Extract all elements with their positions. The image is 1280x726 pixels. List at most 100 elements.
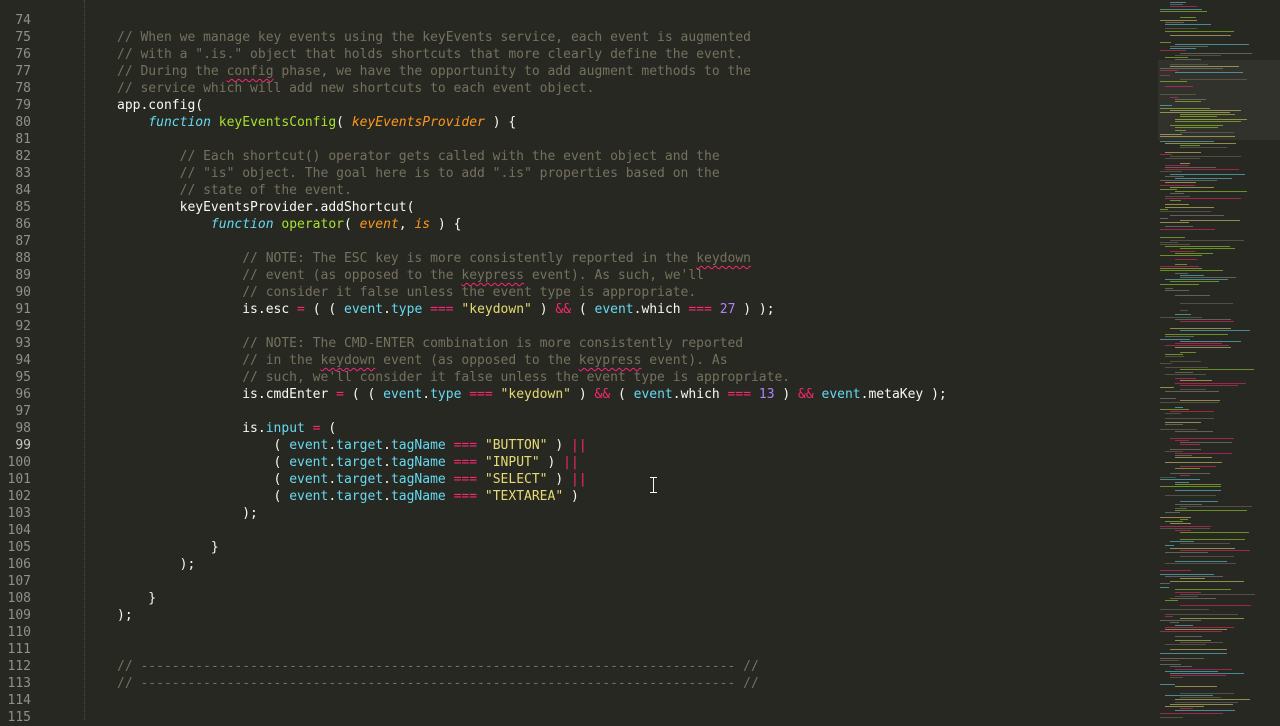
code-token: "SELECT" [484, 472, 548, 487]
minimap-line [1170, 250, 1195, 252]
minimap-line [1160, 574, 1214, 575]
minimap[interactable] [1150, 0, 1280, 720]
code-line[interactable]: 101 ( event.target.tagName === "SELECT" … [0, 471, 1150, 488]
code-line[interactable]: 108 } [0, 590, 1150, 607]
minimap-line [1170, 673, 1244, 674]
code-line[interactable]: 78 // service which will add new shortcut… [0, 80, 1150, 97]
code-line[interactable]: 115 [0, 709, 1150, 726]
code-line[interactable]: 81 [0, 131, 1150, 148]
code-line[interactable]: 80 function keyEventsConfig( keyEventsPr… [0, 114, 1150, 131]
line-number: 102 [7, 489, 31, 504]
code-line[interactable]: 113 // ----------------------------------… [0, 675, 1150, 692]
minimap-line [1170, 327, 1231, 329]
minimap-line [1180, 147, 1227, 149]
code-line[interactable]: 94 // in the keydown event (as opposed t… [0, 352, 1150, 369]
code-line[interactable]: 88 // NOTE: The ESC key is more consiste… [0, 250, 1150, 267]
code-line[interactable]: 84 // state of the event. [0, 182, 1150, 199]
code-token: ( ( [351, 387, 384, 402]
code-line[interactable]: 96 is.cmdEnter = ( ( event.type === "key… [0, 386, 1150, 403]
code-token: ( [117, 455, 290, 470]
code-line[interactable]: 87 [0, 233, 1150, 250]
minimap-line [1180, 321, 1234, 322]
line-number: 99 [15, 438, 31, 453]
code-token: ( [117, 489, 290, 504]
minimap-line [1180, 340, 1241, 342]
code-token: is [414, 217, 431, 232]
code-line[interactable]: 83 // "is" object. The goal here is to a… [0, 165, 1150, 182]
code-line[interactable]: 77 // During the config phase, we have th… [0, 63, 1150, 80]
code-text: is.input = ( [117, 420, 336, 437]
minimap-line [1180, 131, 1234, 133]
code-line[interactable]: 110 [0, 624, 1150, 641]
minimap-line [1160, 19, 1197, 21]
code-text: // state of the event. [117, 182, 352, 199]
code-text: // When we manage key events using the k… [117, 29, 751, 46]
code-line[interactable]: 99 ( event.target.tagName === "BUTTON" )… [0, 437, 1150, 454]
code-line[interactable]: 112 // ----------------------------------… [0, 658, 1150, 675]
minimap-line [1160, 387, 1174, 388]
code-line[interactable]: 74 [0, 12, 1150, 29]
line-number: 85 [15, 200, 31, 215]
code-line[interactable]: 95 // such, we'll consider it false unle… [0, 369, 1150, 386]
code-token: is.cmdEnter [117, 387, 329, 402]
minimap-line [1165, 521, 1183, 523]
code-line[interactable]: 114 [0, 692, 1150, 709]
minimap-line [1175, 371, 1193, 373]
code-line[interactable]: 92 [0, 318, 1150, 335]
code-line[interactable]: 85 keyEventsProvider.addShortcut( [0, 199, 1150, 216]
minimap-line [1165, 356, 1184, 358]
code-line[interactable]: 79 app.config( [0, 97, 1150, 114]
code-line[interactable]: 109); [0, 607, 1150, 624]
minimap-line [1180, 543, 1230, 545]
code-token: ); [117, 608, 133, 623]
code-text: // consider it false unless the event ty… [117, 284, 696, 301]
code-line[interactable]: 82 // Each shortcut() operator gets call… [0, 148, 1150, 165]
code-token: tagName [390, 489, 446, 504]
minimap-line [1175, 129, 1186, 131]
minimap-line [1165, 345, 1229, 347]
minimap-line [1160, 217, 1168, 219]
minimap-line [1180, 604, 1251, 606]
code-line[interactable]: 107 [0, 573, 1150, 590]
minimap-line [1175, 54, 1221, 56]
minimap-line [1170, 580, 1244, 582]
code-line[interactable]: 100 ( event.target.tagName === "INPUT" )… [0, 454, 1150, 471]
minimap-line [1180, 549, 1250, 551]
code-line[interactable]: 106 ); [0, 556, 1150, 573]
code-line[interactable]: 104 [0, 522, 1150, 539]
code-line[interactable]: 93 // NOTE: The CMD-ENTER combination is… [0, 335, 1150, 352]
code-area[interactable]: 74 75 // When we manage key events using t… [0, 0, 1150, 725]
minimap-line [1175, 191, 1247, 193]
code-line[interactable]: 75 // When we manage key events using the… [0, 29, 1150, 46]
code-token: event [821, 387, 861, 402]
line-number: 93 [15, 336, 31, 351]
code-line[interactable]: 86 function operator( event, is ) { [0, 216, 1150, 233]
code-token: // When we manage key events using the k… [117, 30, 751, 45]
code-token: ) { [430, 217, 462, 232]
code-line[interactable]: 76 // with a ".is." object that holds sho… [0, 46, 1150, 63]
code-token: ) ); [735, 302, 775, 317]
code-line[interactable]: 105 } [0, 539, 1150, 556]
minimap-line [1165, 354, 1183, 355]
minimap-line [1180, 519, 1188, 520]
minimap-line [1160, 362, 1172, 364]
code-editor[interactable]: 74 75 // When we manage key events using t… [0, 0, 1280, 725]
minimap-line [1160, 684, 1175, 685]
code-line[interactable]: 90 // consider it false unless the event… [0, 284, 1150, 301]
code-line[interactable]: 102 ( event.target.tagName === "TEXTAREA… [0, 488, 1150, 505]
text-cursor-icon [650, 477, 657, 493]
line-number: 109 [7, 608, 31, 623]
line-number: 78 [15, 81, 31, 96]
minimap-line [1160, 237, 1185, 239]
code-token: "TEXTAREA" [484, 489, 564, 504]
code-token: === [680, 302, 720, 317]
code-line[interactable]: 98 is.input = ( [0, 420, 1150, 437]
code-line[interactable]: 97 [0, 403, 1150, 420]
code-token: === [445, 472, 485, 487]
code-line[interactable]: 89 // event (as opposed to the keypress … [0, 267, 1150, 284]
code-line[interactable]: 103 ); [0, 505, 1150, 522]
minimap-line [1180, 369, 1254, 371]
minimap-line [1160, 620, 1201, 622]
code-line[interactable]: 91 is.esc = ( ( event.type === "keydown"… [0, 301, 1150, 318]
code-line[interactable]: 111 [0, 641, 1150, 658]
